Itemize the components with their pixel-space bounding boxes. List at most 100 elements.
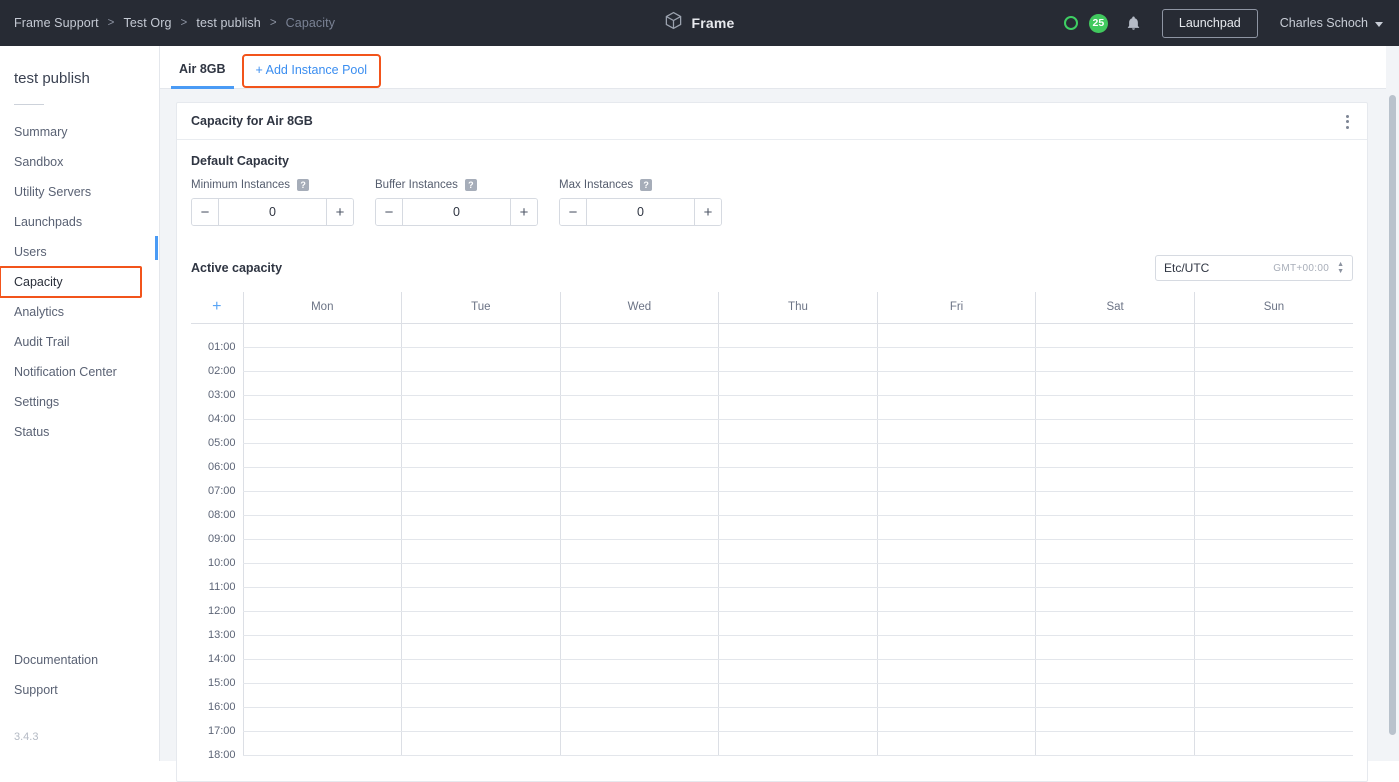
help-icon[interactable]: ? <box>640 179 653 191</box>
calendar-cell[interactable] <box>559 323 719 348</box>
calendar-cell[interactable] <box>559 467 719 492</box>
calendar-cell[interactable] <box>559 611 719 636</box>
calendar-cell[interactable] <box>718 419 878 444</box>
calendar-cell[interactable] <box>242 659 402 684</box>
calendar-cell[interactable] <box>242 491 402 516</box>
calendar-cell[interactable] <box>242 443 402 468</box>
calendar-cell[interactable] <box>718 587 878 612</box>
calendar-cell[interactable] <box>242 563 402 588</box>
calendar-cell[interactable] <box>876 467 1036 492</box>
calendar-cell[interactable] <box>876 347 1036 372</box>
calendar-cell[interactable] <box>242 731 402 756</box>
calendar-cell[interactable] <box>242 323 402 348</box>
calendar-cell[interactable] <box>876 683 1036 708</box>
sidebar-item-summary[interactable]: Summary <box>0 117 159 147</box>
calendar-cell[interactable] <box>401 707 561 732</box>
calendar-cell[interactable] <box>1035 659 1195 684</box>
tab-air-8gb[interactable]: Air 8GB <box>171 62 234 89</box>
calendar-cell[interactable] <box>559 515 719 540</box>
minimum-instances-increment[interactable]: + <box>326 199 353 225</box>
timezone-select[interactable]: Etc/UTC GMT+00:00 ▲ ▼ <box>1155 255 1353 281</box>
calendar-cell[interactable] <box>559 731 719 756</box>
calendar-cell[interactable] <box>876 323 1036 348</box>
calendar-cell[interactable] <box>718 491 878 516</box>
calendar-cell[interactable] <box>242 611 402 636</box>
calendar-cell[interactable] <box>401 587 561 612</box>
calendar-cell[interactable] <box>242 683 402 708</box>
calendar-cell[interactable] <box>718 731 878 756</box>
calendar-cell[interactable] <box>559 347 719 372</box>
minimum-instances-value[interactable]: 0 <box>219 199 326 225</box>
calendar-cell[interactable] <box>401 515 561 540</box>
calendar-cell[interactable] <box>1035 515 1195 540</box>
calendar-cell[interactable] <box>242 419 402 444</box>
sidebar-item-analytics[interactable]: Analytics <box>0 297 159 327</box>
max-instances-increment[interactable]: + <box>694 199 721 225</box>
calendar-cell[interactable] <box>401 683 561 708</box>
scrollbar-thumb[interactable] <box>1389 95 1396 735</box>
sidebar-item-documentation[interactable]: Documentation <box>0 645 160 675</box>
calendar-cell[interactable] <box>242 707 402 732</box>
calendar-cell[interactable] <box>559 587 719 612</box>
calendar-cell[interactable] <box>242 395 402 420</box>
calendar-cell[interactable] <box>401 467 561 492</box>
calendar-cell[interactable] <box>1193 731 1353 756</box>
calendar-cell[interactable] <box>876 491 1036 516</box>
calendar-cell[interactable] <box>1193 635 1353 660</box>
calendar-cell[interactable] <box>718 371 878 396</box>
calendar-cell[interactable] <box>401 371 561 396</box>
calendar-cell[interactable] <box>401 491 561 516</box>
calendar-cell[interactable] <box>1035 707 1195 732</box>
calendar-cell[interactable] <box>1193 707 1353 732</box>
calendar-cell[interactable] <box>1035 347 1195 372</box>
buffer-instances-decrement[interactable]: − <box>376 199 403 225</box>
calendar-cell[interactable] <box>242 587 402 612</box>
calendar-cell[interactable] <box>1035 731 1195 756</box>
calendar-cell[interactable] <box>401 635 561 660</box>
sidebar-item-users[interactable]: Users <box>0 237 159 267</box>
calendar-cell[interactable] <box>559 539 719 564</box>
calendar-cell[interactable] <box>876 419 1036 444</box>
breadcrumb-item-0[interactable]: Frame Support <box>14 16 99 30</box>
sidebar-item-capacity[interactable]: Capacity <box>0 266 142 298</box>
help-icon[interactable]: ? <box>464 179 477 191</box>
calendar-cell[interactable] <box>876 443 1036 468</box>
buffer-instances-value[interactable]: 0 <box>403 199 510 225</box>
calendar-cell[interactable] <box>1193 491 1353 516</box>
calendar-cell[interactable] <box>1193 347 1353 372</box>
sidebar-item-settings[interactable]: Settings <box>0 387 159 417</box>
calendar-cell[interactable] <box>1035 539 1195 564</box>
calendar-cell[interactable] <box>876 611 1036 636</box>
calendar-cell[interactable] <box>718 563 878 588</box>
calendar-cell[interactable] <box>1193 683 1353 708</box>
calendar-cell[interactable] <box>401 323 561 348</box>
calendar-cell[interactable] <box>559 683 719 708</box>
calendar-cell[interactable] <box>559 371 719 396</box>
calendar-cell[interactable] <box>718 539 878 564</box>
calendar-cell[interactable] <box>718 347 878 372</box>
calendar-cell[interactable] <box>1193 539 1353 564</box>
status-ring-icon[interactable] <box>1063 16 1078 30</box>
sidebar-item-utility-servers[interactable]: Utility Servers <box>0 177 159 207</box>
calendar-cell[interactable] <box>242 539 402 564</box>
kebab-menu-icon[interactable] <box>1339 103 1355 140</box>
calendar-cell[interactable] <box>1193 323 1353 348</box>
max-instances-value[interactable]: 0 <box>587 199 694 225</box>
calendar-cell[interactable] <box>718 659 878 684</box>
calendar-cell[interactable] <box>1035 635 1195 660</box>
calendar-cell[interactable] <box>1193 659 1353 684</box>
calendar-cell[interactable] <box>401 419 561 444</box>
calendar-cell[interactable] <box>718 683 878 708</box>
calendar-cell[interactable] <box>718 467 878 492</box>
calendar-cell[interactable] <box>1035 683 1195 708</box>
calendar-cell[interactable] <box>1193 419 1353 444</box>
calendar-cell[interactable] <box>1035 491 1195 516</box>
calendar-cell[interactable] <box>876 731 1036 756</box>
calendar-cell[interactable] <box>242 467 402 492</box>
sidebar-item-notification-center[interactable]: Notification Center <box>0 357 159 387</box>
breadcrumb-item-2[interactable]: test publish <box>196 16 260 30</box>
calendar-cell[interactable] <box>718 515 878 540</box>
calendar-cell[interactable] <box>401 731 561 756</box>
calendar-cell[interactable] <box>1193 587 1353 612</box>
calendar-cell[interactable] <box>1035 443 1195 468</box>
